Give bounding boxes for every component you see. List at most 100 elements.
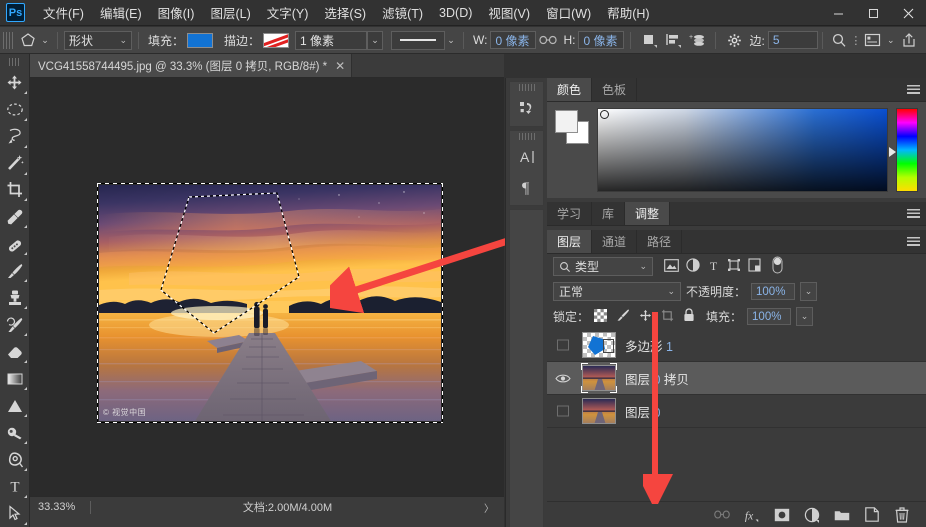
menu-select[interactable]: 选择(S) <box>316 0 374 25</box>
history-panel-icon[interactable] <box>510 93 543 123</box>
filter-smart-object-icon[interactable] <box>748 258 761 275</box>
layer-thumbnail[interactable] <box>579 330 619 360</box>
layer-thumbnail[interactable] <box>579 363 619 393</box>
paragraph-panel-icon[interactable]: ¶ <box>510 172 543 202</box>
foreground-color-swatch[interactable] <box>555 110 578 133</box>
shape-mode-select[interactable]: 形状 ⌄ <box>64 30 132 50</box>
layer-visibility-toggle[interactable] <box>553 404 573 418</box>
menu-help[interactable]: 帮助(H) <box>599 0 657 25</box>
zoom-level[interactable]: 33.33% <box>30 501 90 513</box>
path-arrangement-icon[interactable]: + <box>685 30 709 51</box>
move-tool[interactable] <box>1 69 29 96</box>
table-row[interactable]: 图层 0 拷贝 <box>547 362 926 395</box>
dock-grip[interactable] <box>518 133 535 140</box>
fill-color-swatch[interactable] <box>187 32 214 48</box>
height-input[interactable]: 0 像素 <box>578 31 625 49</box>
layer-style-icon[interactable]: fx <box>744 507 760 523</box>
opacity-input[interactable]: 100% <box>751 283 796 300</box>
stroke-width-select[interactable]: 1 像素 <box>295 30 368 50</box>
menu-view[interactable]: 视图(V) <box>480 0 538 25</box>
opacity-stepper[interactable]: ⌄ <box>800 282 818 301</box>
path-selection-tool[interactable] <box>1 500 29 527</box>
menu-image[interactable]: 图像(I) <box>150 0 203 25</box>
menu-file[interactable]: 文件(F) <box>35 0 92 25</box>
gradient-tool[interactable] <box>1 365 29 392</box>
menu-filter[interactable]: 滤镜(T) <box>374 0 431 25</box>
polygon-tool-icon[interactable] <box>17 30 39 50</box>
layer-name[interactable]: 图层 0 拷贝 <box>625 369 689 388</box>
layer-visibility-toggle[interactable] <box>553 373 573 384</box>
options-bar-grip[interactable] <box>3 31 13 49</box>
menu-edit[interactable]: 编辑(E) <box>92 0 150 25</box>
fill-stepper[interactable]: ⌄ <box>796 307 814 326</box>
share-icon[interactable] <box>897 30 921 51</box>
minimize-button[interactable] <box>821 0 856 26</box>
color-spectrum[interactable] <box>597 108 888 192</box>
tab-adjustments[interactable]: 调整 <box>625 202 671 225</box>
filter-adjustment-icon[interactable] <box>686 258 700 275</box>
lock-image-icon[interactable] <box>616 308 630 325</box>
add-layer-mask-icon[interactable] <box>774 507 790 523</box>
maximize-button[interactable] <box>856 0 891 26</box>
filter-shape-icon[interactable] <box>727 258 741 275</box>
lock-transparency-icon[interactable] <box>594 308 608 325</box>
tab-color[interactable]: 颜色 <box>547 78 593 101</box>
history-brush-tool[interactable] <box>1 311 29 338</box>
tool-preset-caret-icon[interactable]: ⌄ <box>39 35 51 46</box>
table-row[interactable]: 图层 0 <box>547 395 926 428</box>
filter-toggle-switch[interactable] <box>772 256 783 277</box>
panel-menu-icon[interactable] <box>900 230 926 253</box>
close-icon[interactable]: ✕ <box>335 59 345 73</box>
brush-tool[interactable] <box>1 257 29 284</box>
fill-input[interactable]: 100% <box>747 308 792 325</box>
tab-libraries[interactable]: 库 <box>592 202 626 225</box>
type-tool[interactable]: T <box>1 473 29 500</box>
horizontal-scrollbar[interactable] <box>30 517 504 527</box>
document-image[interactable]: © 视觉中国 <box>97 183 443 423</box>
document-tab[interactable]: VCG41558744495.jpg @ 33.3% (图层 0 拷贝, RGB… <box>30 54 353 77</box>
stroke-width-caret-icon[interactable]: ⌄ <box>367 30 384 50</box>
magic-wand-tool[interactable] <box>1 150 29 177</box>
blur-tool[interactable] <box>1 392 29 419</box>
layer-visibility-toggle[interactable] <box>553 338 573 352</box>
width-input[interactable]: 0 像素 <box>490 31 537 49</box>
layer-name[interactable]: 多边形 1 <box>625 336 673 355</box>
menu-layer[interactable]: 图层(L) <box>202 0 258 25</box>
layer-filter-kind-select[interactable]: 类型 ⌄ <box>553 257 653 276</box>
character-panel-icon[interactable]: A <box>510 142 543 172</box>
path-operations-icon[interactable] <box>637 30 661 51</box>
new-fill-adjustment-icon[interactable] <box>804 507 820 523</box>
healing-brush-tool[interactable] <box>1 230 29 257</box>
foreground-background-swatches[interactable] <box>555 110 589 144</box>
pen-tool[interactable] <box>1 446 29 473</box>
eraser-tool[interactable] <box>1 338 29 365</box>
lasso-tool[interactable] <box>1 123 29 150</box>
lock-artboard-icon[interactable] <box>661 309 674 325</box>
dodge-tool[interactable] <box>1 419 29 446</box>
status-expand-icon[interactable]: 〉 <box>484 500 504 515</box>
stroke-style-select[interactable] <box>391 30 446 50</box>
path-alignment-icon[interactable] <box>661 30 685 51</box>
filter-pixel-icon[interactable] <box>664 258 679 275</box>
layer-name[interactable]: 图层 0 <box>625 402 660 421</box>
hue-slider[interactable] <box>889 108 918 192</box>
tab-paths[interactable]: 路径 <box>637 230 683 253</box>
blend-mode-select[interactable]: 正常 ⌄ <box>553 282 681 301</box>
delete-layer-icon[interactable] <box>894 506 910 523</box>
new-group-icon[interactable] <box>834 507 850 523</box>
lock-all-icon[interactable] <box>683 308 695 325</box>
filter-type-icon[interactable]: T <box>707 259 720 275</box>
clone-stamp-tool[interactable] <box>1 284 29 311</box>
sides-input[interactable]: 5 <box>767 31 818 49</box>
stroke-style-caret-icon[interactable]: ⌄ <box>445 35 457 46</box>
canvas-area[interactable]: © 视觉中国 <box>30 78 504 496</box>
menu-window[interactable]: 窗口(W) <box>538 0 599 25</box>
crop-tool[interactable] <box>1 177 29 204</box>
menu-type[interactable]: 文字(Y) <box>259 0 317 25</box>
layer-thumbnail[interactable] <box>579 396 619 426</box>
workspace-caret-icon[interactable]: ⌄ <box>885 35 897 46</box>
gear-icon[interactable] <box>722 30 746 51</box>
panel-menu-icon[interactable] <box>900 202 926 225</box>
tab-swatches[interactable]: 色板 <box>592 78 638 101</box>
lock-position-icon[interactable] <box>639 309 652 325</box>
